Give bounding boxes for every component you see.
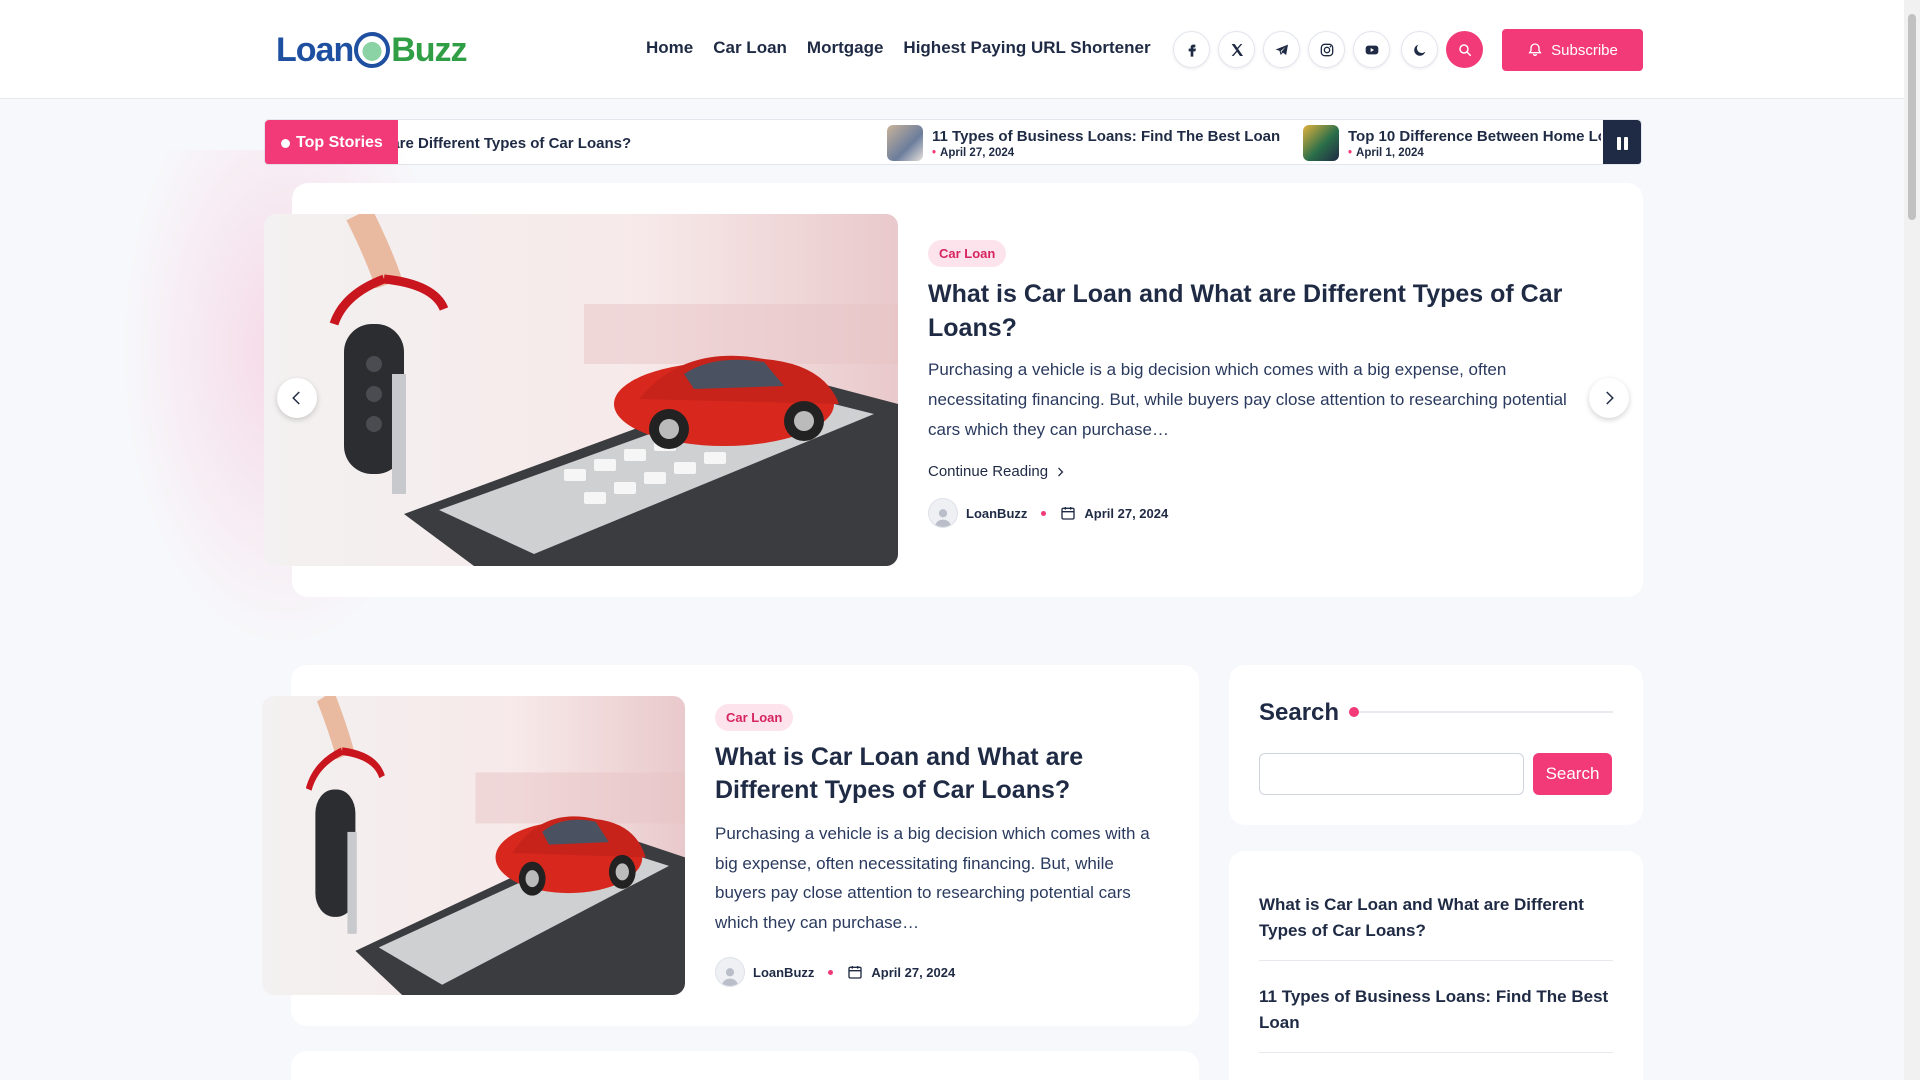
live-dot-icon (281, 138, 290, 148)
slider-next-button[interactable] (1589, 378, 1629, 418)
nav-item-url-shortener[interactable]: Highest Paying URL Shortener (903, 38, 1150, 58)
continue-reading-link[interactable]: Continue Reading (928, 463, 1578, 480)
post-card (291, 1051, 1199, 1080)
instagram-icon[interactable] (1308, 31, 1345, 68)
main-nav: Home Car Loan Mortgage Highest Paying UR… (646, 38, 1151, 58)
nav-item-mortgage[interactable]: Mortgage (807, 38, 884, 58)
recent-post-link[interactable]: What is Car Loan and What are Different … (1259, 892, 1613, 961)
dark-mode-toggle-icon[interactable] (1401, 31, 1438, 68)
post-meta: LoanBuzz April 27, 2024 (928, 498, 1578, 528)
top-stories-ticker: Top Stories What is Car Loan and What ar… (264, 119, 1642, 165)
widget-title: Search (1259, 699, 1340, 726)
youtube-icon[interactable] (1353, 31, 1390, 68)
category-badge[interactable]: Car Loan (928, 240, 1007, 267)
ticker-track: What is Car Loan and What are Different … (398, 120, 1601, 164)
meta-separator (828, 969, 834, 975)
widget-title-divider (1349, 707, 1613, 717)
featured-post-body: Car Loan What is Car Loan and What are D… (928, 240, 1578, 528)
calendar-icon (848, 966, 863, 979)
logo-text-loan: Loan (276, 30, 354, 69)
post-date: April 27, 2024 (871, 964, 956, 980)
post-card-image[interactable] (262, 696, 685, 995)
chevron-left-icon (292, 391, 300, 405)
ticker-label: Top Stories (265, 120, 398, 164)
ticker-item-date: April 1, 2024 (1348, 147, 1601, 159)
ticker-label-text: Top Stories (296, 134, 383, 151)
site-logo[interactable]: Loan Buzz (276, 28, 468, 72)
post-card-body: Car Loan What is Car Loan and What are D… (715, 704, 1155, 987)
author-avatar[interactable] (928, 498, 958, 528)
ticker-item[interactable]: 11 Types of Business Loans: Find The Bes… (887, 120, 1281, 164)
chevron-right-icon (1606, 391, 1614, 405)
slider-prev-button[interactable] (277, 378, 317, 418)
bell-icon (1528, 43, 1542, 56)
ticker-item-title: What is Car Loan and What are Different … (398, 134, 632, 152)
author-avatar[interactable] (715, 957, 745, 987)
ticker-thumbnail (887, 125, 923, 161)
scrollbar-thumb[interactable] (1908, 14, 1916, 220)
nav-item-car-loan[interactable]: Car Loan (713, 38, 787, 58)
meta-separator (1041, 510, 1047, 516)
ticker-pause-icon[interactable] (1603, 120, 1641, 164)
ticker-item[interactable]: Top 10 Difference Between Home Loan vs B… (1303, 120, 1601, 164)
telegram-icon[interactable] (1263, 31, 1300, 68)
logo-text-buzz: Buzz (391, 30, 467, 69)
post-excerpt: Purchasing a vehicle is a big decision w… (715, 824, 1150, 932)
subscribe-button[interactable]: Subscribe (1502, 29, 1643, 71)
recent-post-link[interactable]: 11 Types of Business Loans: Find The Bes… (1259, 984, 1613, 1053)
page-scrollbar[interactable] (1904, 0, 1920, 1080)
post-meta: LoanBuzz April 27, 2024 (715, 957, 1155, 987)
calendar-icon (1061, 507, 1076, 520)
post-title[interactable]: What is Car Loan and What are Different … (715, 741, 1155, 807)
ticker-item-date: April 27, 2024 (932, 147, 1280, 159)
featured-post-excerpt: Purchasing a vehicle is a big decision w… (928, 360, 1567, 439)
recent-posts-widget: What is Car Loan and What are Different … (1229, 851, 1643, 1080)
featured-post-image[interactable] (264, 214, 898, 566)
ticker-item-title: 11 Types of Business Loans: Find The Bes… (932, 127, 1281, 145)
nav-item-home[interactable]: Home (646, 38, 693, 58)
continue-reading-label: Continue Reading (928, 463, 1049, 480)
author-name[interactable]: LoanBuzz (966, 506, 1027, 521)
subscribe-label: Subscribe (1551, 41, 1618, 59)
header-search-icon[interactable] (1446, 31, 1483, 68)
featured-post-title[interactable]: What is Car Loan and What are Different … (928, 277, 1578, 345)
sidebar-search-input[interactable] (1259, 753, 1524, 795)
logo-mark-icon (354, 32, 391, 68)
search-widget: Search Search (1229, 665, 1643, 825)
x-twitter-icon[interactable] (1218, 31, 1255, 68)
chevron-right-icon (1058, 467, 1064, 476)
ticker-thumbnail (1303, 125, 1339, 161)
facebook-icon[interactable] (1173, 31, 1210, 68)
sidebar-search-button[interactable]: Search (1533, 753, 1612, 795)
post-date: April 27, 2024 (1084, 505, 1169, 521)
author-name[interactable]: LoanBuzz (753, 965, 814, 980)
ticker-item-title: Top 10 Difference Between Home Loan vs B… (1348, 127, 1601, 145)
site-header: Loan Buzz Home Car Loan Mortgage Highest… (0, 0, 1904, 99)
category-badge[interactable]: Car Loan (715, 704, 794, 731)
social-links (1173, 31, 1390, 68)
